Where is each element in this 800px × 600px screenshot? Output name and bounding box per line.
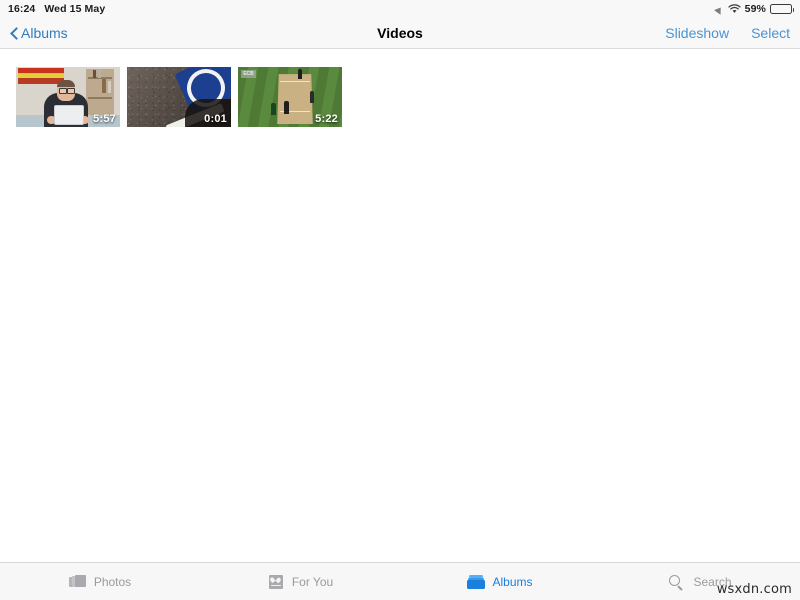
search-icon xyxy=(668,574,686,591)
navigation-bar: Albums Videos Slideshow Select xyxy=(0,18,800,49)
status-date: Wed 15 May xyxy=(44,3,106,15)
tab-albums[interactable]: Albums xyxy=(400,574,600,590)
back-button-label: Albums xyxy=(21,25,68,41)
video-thumbnail-3[interactable]: ECB 5:22 xyxy=(238,67,342,127)
for-you-icon xyxy=(267,574,285,590)
watermark: wsxdn.com xyxy=(716,582,792,597)
video-duration-label: 5:22 xyxy=(315,113,338,125)
slideshow-button[interactable]: Slideshow xyxy=(665,25,729,41)
video-thumbnail-grid: 5:57 0:01 ECB 5:22 xyxy=(16,67,342,127)
tab-for-you-label: For You xyxy=(291,574,334,589)
video-duration-label: 5:57 xyxy=(93,113,116,125)
video-thumbnail-1[interactable]: 5:57 xyxy=(16,67,120,127)
tab-photos-label: Photos xyxy=(93,574,132,589)
status-bar-right: 59% xyxy=(715,3,794,15)
location-icon xyxy=(715,5,724,14)
battery-percent-label: 59% xyxy=(744,3,766,15)
select-button[interactable]: Select xyxy=(751,25,790,41)
tab-albums-label: Albums xyxy=(492,574,533,589)
chevron-left-icon xyxy=(10,27,18,40)
navigation-actions: Slideshow Select xyxy=(665,25,790,41)
tab-photos[interactable]: Photos xyxy=(0,574,200,590)
photos-icon xyxy=(68,574,87,590)
broadcaster-badge: ECB xyxy=(241,70,256,78)
video-duration-label: 0:01 xyxy=(204,113,227,125)
back-button-albums[interactable]: Albums xyxy=(10,25,68,41)
albums-icon xyxy=(467,574,486,590)
battery-icon xyxy=(770,4,794,14)
wifi-icon xyxy=(728,4,741,14)
status-bar-left: 16:24 Wed 15 May xyxy=(8,3,105,15)
status-bar: 16:24 Wed 15 May 59% xyxy=(0,0,800,18)
video-thumbnail-2[interactable]: 0:01 xyxy=(127,67,231,127)
ipad-photos-app: 16:24 Wed 15 May 59% Albums Videos Slide… xyxy=(0,0,800,600)
tab-bar: Photos For You Albums Search wsxdn.com xyxy=(0,562,800,600)
tab-for-you[interactable]: For You xyxy=(200,574,400,590)
videos-album-content: 5:57 0:01 ECB 5:22 xyxy=(0,49,800,562)
status-time: 16:24 xyxy=(8,3,36,15)
